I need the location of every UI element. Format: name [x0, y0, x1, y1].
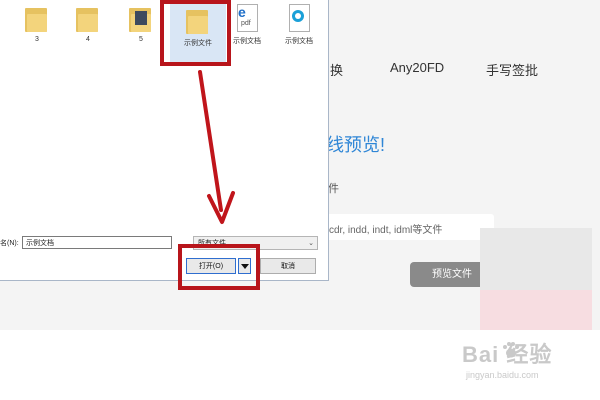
watermark-url: jingyan.baidu.com [466, 370, 539, 380]
paw-logo-icon [503, 342, 519, 358]
baidu-jingyan-watermark: Bai 经验 jingyan.baidu.com [462, 337, 582, 387]
